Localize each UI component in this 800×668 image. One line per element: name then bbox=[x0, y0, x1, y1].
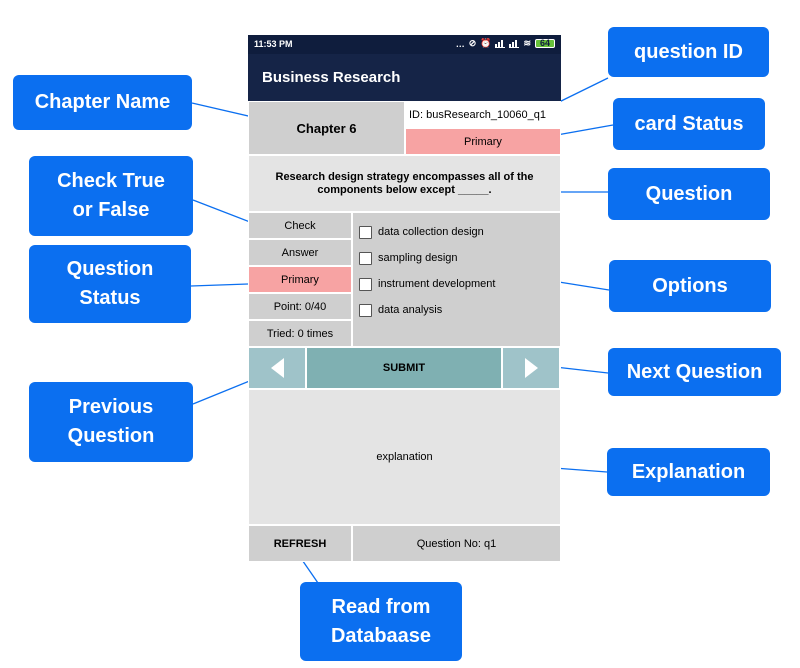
callout-previous-question: Previous Question bbox=[29, 382, 193, 462]
callout-explanation: Explanation bbox=[607, 448, 770, 496]
phone-screen: 11:53 PM … ⊘ ⏰ ≋ 64 Business Research Ch… bbox=[248, 35, 561, 562]
wifi-icon: ≋ bbox=[523, 38, 531, 48]
question-text: Research design strategy encompasses all… bbox=[248, 155, 561, 212]
card-status: Primary bbox=[405, 128, 561, 155]
refresh-button[interactable]: REFRESH bbox=[248, 525, 352, 562]
question-number: Question No: q1 bbox=[352, 525, 561, 562]
signal-icon bbox=[509, 39, 520, 48]
alarm-icon: ⏰ bbox=[480, 38, 492, 48]
question-status: Primary bbox=[248, 266, 352, 293]
callout-question-id: question ID bbox=[608, 27, 769, 77]
checkbox[interactable] bbox=[359, 303, 372, 317]
tried-counter: Tried: 0 times bbox=[248, 320, 352, 347]
explanation-panel: explanation bbox=[248, 389, 561, 525]
callout-question: Question bbox=[608, 168, 770, 220]
callout-next-question: Next Question bbox=[608, 348, 781, 396]
option-label: data analysis bbox=[378, 304, 443, 316]
previous-question-button[interactable] bbox=[248, 347, 306, 389]
options-list: data collection design sampling design i… bbox=[352, 212, 561, 347]
checkbox[interactable] bbox=[359, 251, 372, 265]
option-label: sampling design bbox=[378, 252, 458, 264]
arrow-right-icon bbox=[524, 358, 538, 378]
callout-question-status: Question Status bbox=[29, 245, 191, 323]
option-item[interactable]: instrument development bbox=[353, 271, 560, 297]
question-id: ID: busResearch_10060_q1 bbox=[405, 101, 561, 128]
point-counter: Point: 0/40 bbox=[248, 293, 352, 320]
option-label: instrument development bbox=[378, 278, 496, 290]
app-title: Business Research bbox=[248, 54, 561, 101]
callout-check-true-false: Check True or False bbox=[29, 156, 193, 236]
chapter-name: Chapter 6 bbox=[248, 101, 405, 155]
checkbox[interactable] bbox=[359, 277, 372, 291]
next-question-button[interactable] bbox=[502, 347, 560, 389]
navigation-bar: SUBMIT bbox=[248, 347, 561, 389]
answer-button[interactable]: Answer bbox=[248, 239, 352, 266]
signal-icon bbox=[495, 39, 506, 48]
option-item[interactable]: data collection design bbox=[353, 219, 560, 245]
battery-icon: 64 bbox=[535, 39, 555, 48]
submit-button[interactable]: SUBMIT bbox=[306, 347, 502, 389]
callout-chapter-name: Chapter Name bbox=[13, 75, 192, 130]
mute-icon: ⊘ bbox=[468, 38, 477, 48]
option-item[interactable]: sampling design bbox=[353, 245, 560, 271]
status-time: 11:53 PM bbox=[254, 39, 293, 49]
callout-read-from-database: Read from Databaase bbox=[300, 582, 462, 661]
dots-icon: … bbox=[455, 38, 465, 49]
arrow-left-icon bbox=[270, 358, 284, 378]
option-item[interactable]: data analysis bbox=[353, 297, 560, 323]
status-bar: 11:53 PM … ⊘ ⏰ ≋ 64 bbox=[248, 35, 561, 54]
option-label: data collection design bbox=[378, 226, 484, 238]
check-button[interactable]: Check bbox=[248, 212, 352, 239]
status-icons: … ⊘ ⏰ ≋ 64 bbox=[456, 38, 555, 49]
callout-card-status: card Status bbox=[613, 98, 765, 150]
checkbox[interactable] bbox=[359, 225, 372, 239]
callout-options: Options bbox=[609, 260, 771, 312]
